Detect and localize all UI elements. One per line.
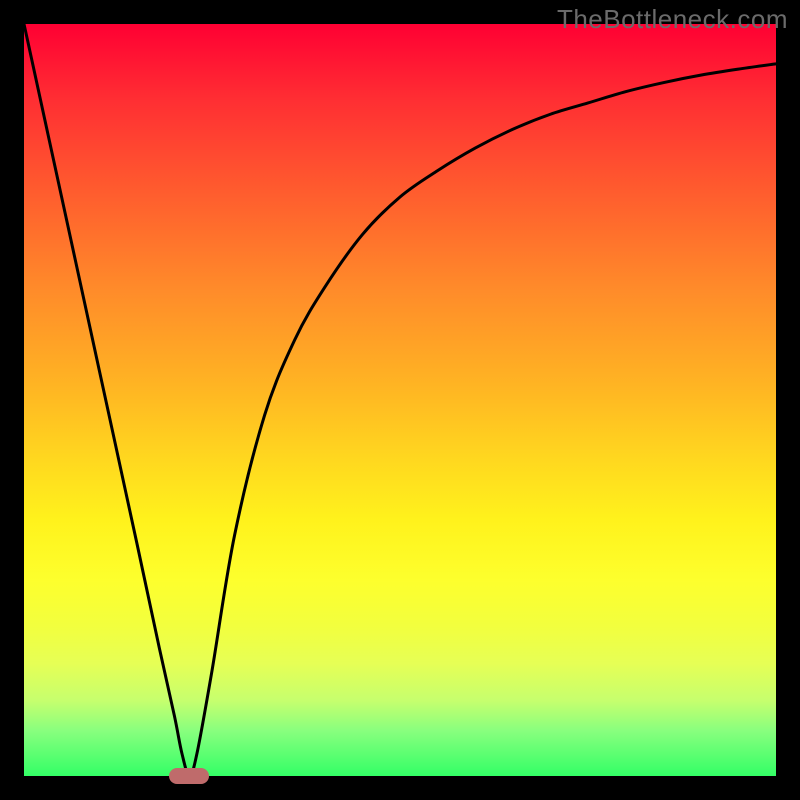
bottleneck-curve — [24, 24, 776, 776]
optimal-marker — [169, 768, 209, 784]
chart-frame: TheBottleneck.com — [0, 0, 800, 800]
plot-area — [24, 24, 776, 776]
watermark-text: TheBottleneck.com — [557, 4, 788, 35]
curve-svg — [24, 24, 776, 776]
